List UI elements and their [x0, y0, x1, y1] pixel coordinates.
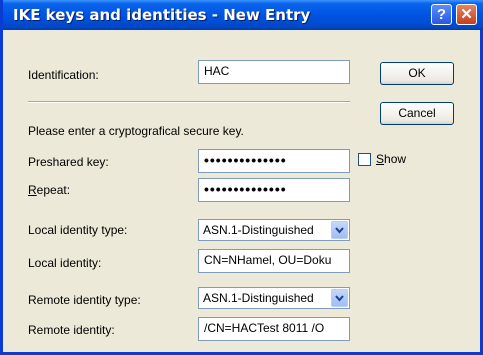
show-label[interactable]: Show [376, 152, 406, 166]
local-identity-input[interactable]: CN=NHamel, OU=Doku [198, 249, 350, 273]
remote-identity-type-label: Remote identity type: [28, 293, 141, 307]
remote-identity-input[interactable]: /CN=HACTest 8011 /O [198, 317, 350, 341]
local-identity-type-select[interactable]: ASN.1-Distinguished [198, 219, 350, 241]
repeat-input[interactable]: •••••••••••••• [198, 178, 350, 202]
preshared-key-label: Preshared key: [28, 155, 109, 169]
dialog-window: IKE keys and identities - New Entry ? ✕ … [0, 0, 483, 355]
local-identity-label: Local identity: [28, 256, 102, 270]
repeat-label: Repeat: [28, 183, 71, 197]
remote-identity-label: Remote identity: [28, 323, 115, 337]
remote-identity-type-select[interactable]: ASN.1-Distinguished [198, 287, 350, 309]
identification-input[interactable]: HAC [198, 60, 350, 84]
separator [28, 101, 350, 103]
local-identity-type-value: ASN.1-Distinguished [203, 223, 314, 237]
dropdown-arrow-icon[interactable] [331, 289, 348, 307]
local-identity-type-label: Local identity type: [28, 223, 128, 237]
show-checkbox[interactable] [358, 153, 371, 166]
cancel-button[interactable]: Cancel [380, 102, 454, 125]
identification-label: Identification: [28, 68, 99, 82]
title-bar[interactable]: IKE keys and identities - New Entry ? ✕ [3, 0, 483, 30]
dropdown-arrow-icon[interactable] [331, 221, 348, 239]
remote-identity-type-value: ASN.1-Distinguished [203, 291, 314, 305]
instruction-text: Please enter a cryptografical secure key… [28, 124, 244, 138]
close-button[interactable]: ✕ [456, 4, 477, 25]
preshared-key-input[interactable]: •••••••••••••• [198, 149, 350, 173]
help-button[interactable]: ? [431, 4, 452, 25]
window-title: IKE keys and identities - New Entry [13, 6, 311, 24]
ok-button[interactable]: OK [380, 62, 454, 85]
